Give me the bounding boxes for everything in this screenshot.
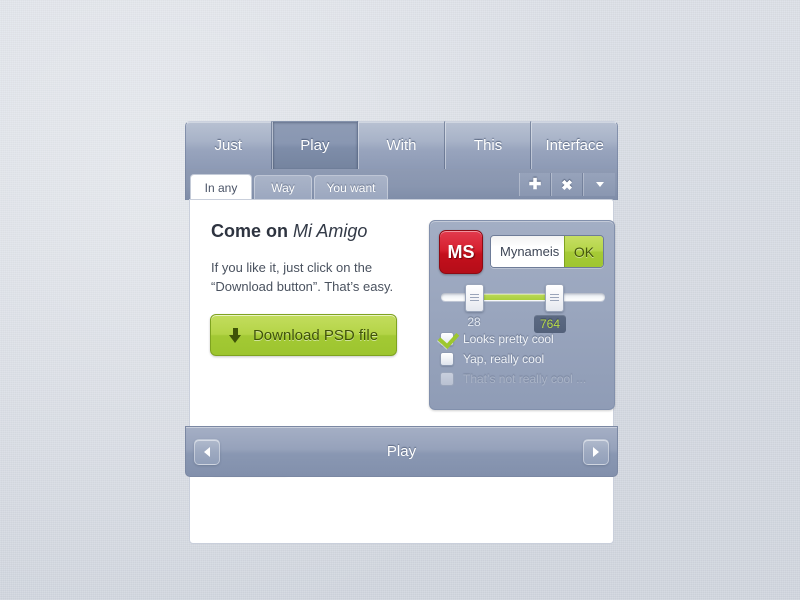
plus-icon: ✚ [528,176,542,193]
name-input[interactable] [491,236,564,267]
sub-tab-way[interactable]: Way [254,175,312,200]
add-tab-button[interactable]: ✚ [519,173,551,196]
main-tab-just[interactable]: Just [185,121,272,169]
checkbox-checked-icon[interactable] [440,332,454,346]
page-title-italic: Mi Amigo [293,221,368,241]
sub-tab-you-want[interactable]: You want [314,175,388,200]
slider-min-value: 28 [467,315,481,329]
description-line-2: “Download button”. That’s easy. [211,279,394,294]
main-tab-label: This [473,137,503,154]
close-tab-button[interactable]: ✖ [551,173,583,196]
ok-button[interactable]: OK [564,236,603,267]
main-tab-label: Interface [545,137,604,154]
main-tab-interface[interactable]: Interface [531,121,618,169]
content-panel: Come on Mi Amigo If you like it, just cl… [189,199,615,544]
sub-tab-bar: In any Way You want ✚ ✖ [185,169,618,200]
close-icon: ✖ [561,176,573,193]
footer-bar: Play [185,426,618,477]
ok-button-label: OK [573,243,595,260]
checkbox-list: Looks pretty cool Yap, really cool That’… [440,329,610,389]
slider-handle-min[interactable] [465,284,484,312]
main-tab-label: Play [300,137,330,154]
sub-tab-label: In any [204,180,238,195]
checkbox-label: That’s not really cool ... [463,372,587,386]
sub-tab-label: Way [271,181,295,195]
checkbox-disabled-icon [440,372,454,386]
sub-tab-in-any[interactable]: In any [190,174,252,200]
slider-grip-icon [550,294,559,301]
download-psd-button[interactable]: Download PSD file [210,314,397,356]
slider-handle-max[interactable] [545,284,564,312]
sub-tab-label: You want [326,181,376,195]
more-tabs-button[interactable] [583,173,615,196]
arrow-right-icon [593,447,599,457]
checkbox-row-3: That’s not really cool ... [440,369,610,389]
chevron-down-icon [595,182,604,187]
footer-title: Play [386,443,417,460]
slider-grip-icon [470,294,479,301]
checkbox-label: Looks pretty cool [463,332,554,346]
main-tab-label: Just [214,137,243,154]
download-arrow-icon [228,327,242,343]
app-window: Just Play With This Interface In any Way… [185,121,618,544]
next-button[interactable] [583,439,609,465]
download-button-label: Download PSD file [252,326,379,344]
main-tab-bar: Just Play With This Interface [185,121,618,169]
main-tab-play[interactable]: Play [271,121,359,169]
main-tab-with[interactable]: With [358,121,445,169]
checkbox-label: Yap, really cool [463,352,545,366]
main-tab-this[interactable]: This [444,121,532,169]
page-title: Come on Mi Amigo [211,221,367,242]
prev-button[interactable] [194,439,220,465]
name-field-group: OK [490,235,604,268]
checkbox-unchecked-icon[interactable] [440,352,454,366]
ms-badge-label: MS [447,241,475,262]
description-text: If you like it, just click on the “Downl… [211,258,421,296]
checkbox-row-1[interactable]: Looks pretty cool [440,329,610,349]
ms-badge-icon: MS [439,230,483,274]
arrow-left-icon [204,447,210,457]
range-slider[interactable]: 28 764 [441,284,605,333]
page-title-bold: Come on [211,221,294,241]
checkbox-row-2[interactable]: Yap, really cool [440,349,610,369]
description-line-1: If you like it, just click on the [211,260,373,275]
main-tab-label: With [386,137,417,154]
settings-panel: MS OK 28 764 [429,220,615,410]
